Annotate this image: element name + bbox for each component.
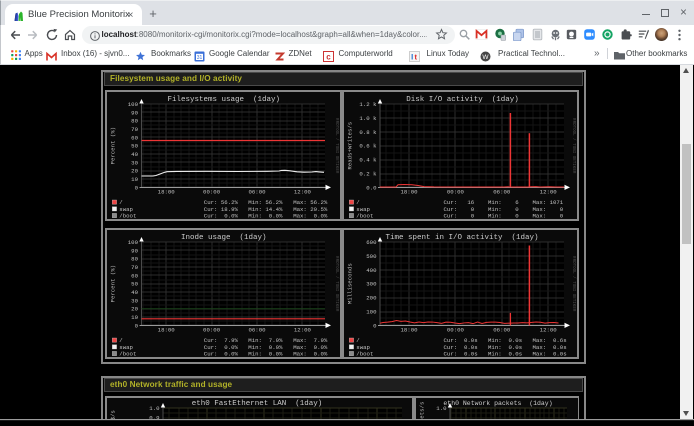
svg-text:Cur: 0.0%: Cur: 0.0% [204,213,239,219]
svg-text:0.6 k: 0.6 k [359,143,377,150]
svg-text:W: W [482,54,489,61]
svg-text:90: 90 [131,247,138,254]
svg-text:18:00: 18:00 [158,326,176,333]
svg-text:0.4 k: 0.4 k [359,157,377,164]
svg-text:Max: 0: Max: 0 [533,213,564,219]
svg-text:Disk I/O activity (1day): Disk I/O activity (1day) [406,96,519,104]
svg-text:12:00: 12:00 [294,326,312,333]
svg-text:Min: 0.0%: Min: 0.0% [248,351,283,357]
svg-text:Cur: 0.0%: Cur: 0.0% [204,351,239,357]
svg-text:30: 30 [131,159,138,166]
svg-text:0.0: 0.0 [366,184,377,191]
svg-text:Percent (%): Percent (%) [110,127,117,165]
svg-text:Min: 0: Min: 0 [488,213,519,219]
svg-text:Milliseconds: Milliseconds [347,263,354,304]
svg-text:500: 500 [366,253,377,260]
svg-text:90: 90 [131,109,138,116]
svg-text:06:00: 06:00 [493,188,511,195]
svg-text:80: 80 [131,118,138,125]
svg-text:12:00: 12:00 [540,188,558,195]
svg-text:100: 100 [128,239,139,246]
svg-text:06:00: 06:00 [248,326,266,333]
svg-text:12:00: 12:00 [294,188,312,195]
svg-text:12:00: 12:00 [540,326,558,333]
svg-text:1.0: 1.0 [149,405,160,412]
svg-text:00:00: 00:00 [203,326,221,333]
svg-text:20: 20 [131,168,138,175]
svg-text:/boot: /boot [356,351,373,357]
svg-text:Percent (%): Percent (%) [110,265,117,303]
svg-text:Reads+Writes/s: Reads+Writes/s [347,122,354,170]
svg-text:70: 70 [131,264,138,271]
svg-text:0: 0 [135,322,139,329]
svg-text:RRDTOOL / TOBI OETIKER: RRDTOOL / TOBI OETIKER [571,118,576,174]
svg-text:600: 600 [366,239,377,246]
svg-text:300: 300 [366,281,377,288]
svg-text:eth0 FastEthernet LAN (1day): eth0 FastEthernet LAN (1day) [192,400,323,408]
svg-text:c: c [326,52,331,61]
svg-text:Min: 0.0%: Min: 0.0% [248,213,283,219]
svg-text:80: 80 [131,256,138,263]
svg-text:1.2 k: 1.2 k [359,101,377,108]
svg-text:0.8 k: 0.8 k [359,129,377,136]
svg-text:70: 70 [131,126,138,133]
svg-text:Time spent in I/O activity (1: Time spent in I/O activity (1day) [385,234,538,242]
svg-text:00:00: 00:00 [447,326,465,333]
svg-text:Filesystems usage (1day): Filesystems usage (1day) [167,96,280,104]
svg-text:06:00: 06:00 [493,326,511,333]
svg-text:10: 10 [131,314,138,321]
svg-text:20: 20 [131,306,138,313]
svg-text:18:00: 18:00 [400,188,418,195]
svg-text:60: 60 [131,134,138,141]
svg-text:Inode usage (1day): Inode usage (1day) [181,234,267,242]
svg-text:l: l [411,52,413,61]
svg-text:RRDTOOL / TOBI OETIKER: RRDTOOL / TOBI OETIKER [334,118,339,174]
svg-text:50: 50 [131,143,138,150]
svg-text:1.0: 1.0 [436,405,447,412]
svg-text:/boot: /boot [356,213,373,219]
svg-text:31: 31 [197,54,203,60]
svg-text:100: 100 [366,309,377,316]
svg-text:06:00: 06:00 [248,188,266,195]
svg-text:/boot: /boot [119,351,136,357]
svg-text:Cur: 0.0s: Cur: 0.0s [444,351,478,357]
svg-text:60: 60 [131,272,138,279]
svg-text:40: 40 [131,151,138,158]
svg-text:0.2 k: 0.2 k [359,171,377,178]
svg-text:18:00: 18:00 [158,188,176,195]
svg-text:/boot: /boot [119,213,136,219]
svg-text:40: 40 [131,289,138,296]
svg-text:Min: 0.0s: Min: 0.0s [488,351,522,357]
svg-text:00:00: 00:00 [203,188,221,195]
svg-text:50: 50 [131,281,138,288]
svg-text:30: 30 [131,297,138,304]
svg-text:Cur: 0: Cur: 0 [444,213,475,219]
svg-text:1.0 k: 1.0 k [359,115,377,122]
svg-text:0: 0 [373,322,377,329]
svg-text:RRDTOOL / TOBI OETIKER: RRDTOOL / TOBI OETIKER [571,256,576,312]
svg-text:100: 100 [128,101,139,108]
svg-text:200: 200 [366,295,377,302]
svg-text:10: 10 [131,176,138,183]
svg-text:00:00: 00:00 [447,188,465,195]
svg-text:Max: 0.0s: Max: 0.0s [533,351,567,357]
svg-text:eth0 Network packets (1day): eth0 Network packets (1day) [443,400,552,407]
svg-text:Max: 0.0%: Max: 0.0% [293,351,328,357]
svg-text:RRDTOOL / TOBI OETIKER: RRDTOOL / TOBI OETIKER [334,256,339,312]
svg-text:400: 400 [366,267,377,274]
svg-text:0: 0 [135,184,139,191]
svg-text:18:00: 18:00 [400,326,418,333]
svg-text:Max: 0.0%: Max: 0.0% [293,213,328,219]
